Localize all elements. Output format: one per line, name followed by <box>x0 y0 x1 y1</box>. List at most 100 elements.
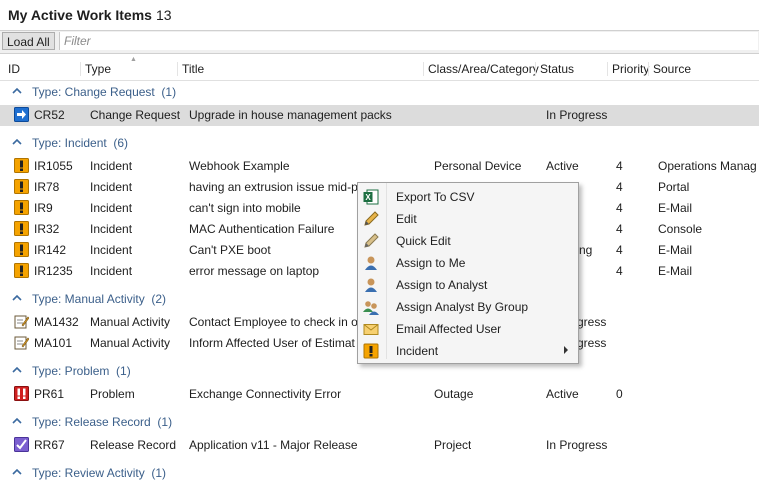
group-count: (1) <box>116 364 131 378</box>
table-row[interactable]: RR67 Release Record Application v11 - Ma… <box>0 435 759 456</box>
group-label: Type: Review Activity <box>32 466 145 480</box>
incident-icon <box>14 179 29 194</box>
cell-category: Project <box>434 438 472 452</box>
table-row[interactable]: CR52 Change Request Upgrade in house man… <box>0 105 759 126</box>
item-count: 13 <box>155 7 172 23</box>
cell-id: IR1055 <box>34 159 73 173</box>
group-review-activity[interactable]: Type: Review Activity (1) <box>0 463 759 480</box>
pencil-icon <box>364 211 379 226</box>
cell-id: PR61 <box>34 387 65 401</box>
incident-icon <box>14 263 29 278</box>
cell-title: having an extrusion issue mid-p <box>189 180 358 194</box>
cell-category: Outage <box>434 387 474 401</box>
chevron-up-icon[interactable] <box>12 416 22 426</box>
manual-activity-icon <box>14 336 29 350</box>
column-title[interactable]: Title <box>177 62 427 76</box>
page-title: My Active Work Items 13 <box>8 7 172 23</box>
problem-icon <box>14 386 29 401</box>
cell-title: Upgrade in house management packs <box>189 108 392 122</box>
sort-ascending-icon: ▲ <box>130 56 137 63</box>
group-label: Type: Problem <box>32 364 110 378</box>
incident-icon <box>14 200 29 215</box>
cell-id: IR32 <box>34 222 60 236</box>
group-label: Type: Manual Activity <box>32 292 145 306</box>
cell-id: IR9 <box>34 201 53 215</box>
group-label: Type: Incident <box>32 136 107 150</box>
toolbar: Load All <box>0 30 759 54</box>
cell-status: Active <box>546 387 579 401</box>
cell-source: E-Mail <box>658 243 693 257</box>
column-id[interactable]: ID <box>4 62 84 76</box>
cell-type: Manual Activity <box>90 336 171 350</box>
cell-category: Personal Device <box>434 159 522 173</box>
menu-item-incident[interactable]: Incident <box>360 340 576 362</box>
cell-source: E-Mail <box>658 264 693 278</box>
cell-priority: 4 <box>616 222 623 236</box>
cell-type: Incident <box>90 264 133 278</box>
chevron-up-icon[interactable] <box>12 365 22 375</box>
menu-item-quick-edit[interactable]: Quick Edit <box>360 230 576 252</box>
menu-item-email-affected-user[interactable]: Email Affected User <box>360 318 576 340</box>
context-menu: X Export To CSV Edit Quick Edit Assign t… <box>357 182 579 364</box>
change-request-icon <box>14 107 29 122</box>
cell-type: Manual Activity <box>90 315 171 329</box>
cell-source: Portal <box>658 180 690 194</box>
group-label: Type: Change Request <box>32 85 155 99</box>
menu-item-assign-to-analyst[interactable]: Assign to Analyst <box>360 274 576 296</box>
column-priority[interactable]: Priority <box>607 62 652 76</box>
cell-type: Release Record <box>90 438 177 452</box>
cell-type: Incident <box>90 180 133 194</box>
menu-item-export-csv[interactable]: X Export To CSV <box>360 186 576 208</box>
column-header: ID Type ▲ Title Class/Area/Category Stat… <box>0 56 759 81</box>
cell-type: Incident <box>90 222 133 236</box>
load-all-button[interactable]: Load All <box>2 32 55 50</box>
menu-item-assign-to-me[interactable]: Assign to Me <box>360 252 576 274</box>
column-status[interactable]: Status <box>535 62 610 76</box>
cell-priority: 4 <box>616 243 623 257</box>
chevron-up-icon[interactable] <box>12 137 22 147</box>
menu-item-edit[interactable]: Edit <box>360 208 576 230</box>
user-icon <box>365 278 377 292</box>
chevron-up-icon[interactable] <box>12 86 22 96</box>
column-source[interactable]: Source <box>648 62 753 76</box>
cell-priority: 4 <box>616 201 623 215</box>
table-row[interactable]: PR61 Problem Exchange Connectivity Error… <box>0 384 759 405</box>
group-problem[interactable]: Type: Problem (1) <box>0 361 759 382</box>
cell-priority: 4 <box>616 264 623 278</box>
title-bar: My Active Work Items 13 <box>0 0 759 30</box>
cell-type: Incident <box>90 159 133 173</box>
user-icon <box>365 256 377 270</box>
chevron-up-icon[interactable] <box>12 467 22 477</box>
group-icon <box>363 301 379 315</box>
group-release-record[interactable]: Type: Release Record (1) <box>0 412 759 433</box>
menu-item-assign-analyst-by-group[interactable]: Assign Analyst By Group <box>360 296 576 318</box>
cell-priority: 4 <box>616 159 623 173</box>
cell-priority: 0 <box>616 387 623 401</box>
cell-id: MA101 <box>34 336 73 350</box>
group-incident[interactable]: Type: Incident (6) <box>0 133 759 154</box>
cell-source: E-Mail <box>658 201 693 215</box>
cell-title: Inform Affected User of Estimat <box>189 336 355 350</box>
cell-type: Incident <box>90 243 133 257</box>
cell-priority: 4 <box>616 180 623 194</box>
chevron-up-icon[interactable] <box>12 293 22 303</box>
cell-status: In Progress <box>546 438 608 452</box>
cell-type: Change Request <box>90 108 181 122</box>
cell-status: In Progress <box>546 108 608 122</box>
group-change-request[interactable]: Type: Change Request (1) <box>0 82 759 103</box>
column-category[interactable]: Class/Area/Category <box>423 62 539 76</box>
cell-id: IR78 <box>34 180 60 194</box>
incident-icon <box>14 221 29 236</box>
cell-title: can't sign into mobile <box>189 201 301 215</box>
column-type[interactable]: Type <box>80 62 181 76</box>
cell-status: ng <box>579 243 593 257</box>
incident-icon <box>14 242 29 257</box>
cell-status: Active <box>546 159 579 173</box>
table-row[interactable]: IR1055 Incident Webhook Example Personal… <box>0 156 759 177</box>
cell-title: Exchange Connectivity Error <box>189 387 342 401</box>
cell-type: Incident <box>90 201 133 215</box>
incident-icon <box>363 343 379 359</box>
cell-status: gress <box>577 336 607 350</box>
group-count: (1) <box>157 415 173 429</box>
filter-input[interactable] <box>59 32 758 50</box>
